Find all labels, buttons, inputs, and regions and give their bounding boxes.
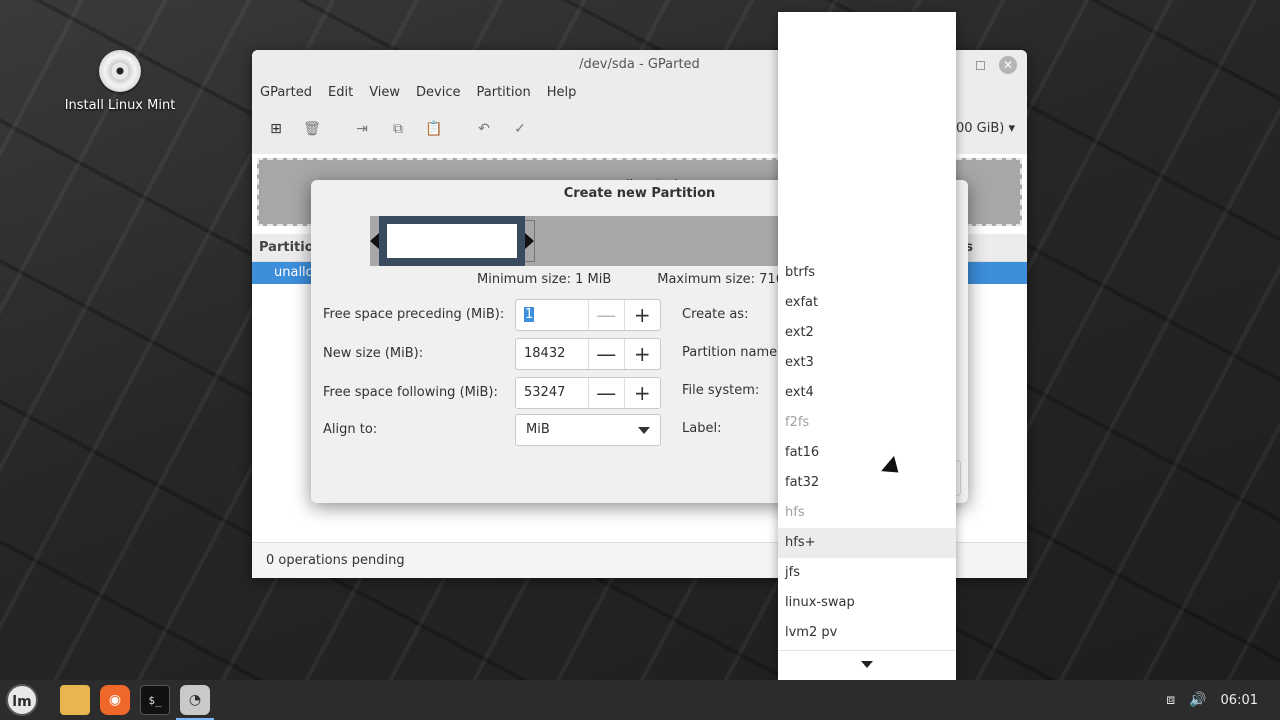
label-label: Label: <box>682 421 722 436</box>
maximize-button[interactable] <box>976 60 985 70</box>
create-as-label: Create as: <box>682 307 749 322</box>
decrement-button[interactable]: — <box>589 378 625 408</box>
menu-help[interactable]: Help <box>547 85 577 100</box>
network-icon[interactable]: ⧈ <box>1166 692 1175 708</box>
free-preceding-input[interactable]: 1 <box>516 300 590 330</box>
paste-icon[interactable]: 📋 <box>424 119 444 139</box>
new-partition-icon[interactable]: ⊞ <box>266 119 286 139</box>
menu-device[interactable]: Device <box>416 85 460 100</box>
disc-icon <box>99 50 141 92</box>
close-button[interactable]: ✕ <box>999 56 1017 74</box>
scroll-down-button[interactable] <box>778 650 956 680</box>
clock[interactable]: 06:01 <box>1221 693 1258 708</box>
free-following-label: Free space following (MiB): <box>323 385 498 400</box>
fs-option-ext2[interactable]: ext2 <box>778 318 956 348</box>
minimum-size: Minimum size: 1 MiB <box>477 272 612 287</box>
partition-name-label: Partition name: <box>682 345 782 360</box>
firefox-icon[interactable]: ◉ <box>100 685 130 715</box>
resize-left-handle-icon[interactable] <box>370 233 379 249</box>
fs-option-lvm2-pv[interactable]: lvm2 pv <box>778 618 956 648</box>
fs-option-fat32[interactable]: fat32 <box>778 468 956 498</box>
undo-icon[interactable]: ↶ <box>474 119 494 139</box>
increment-button[interactable]: + <box>625 339 660 369</box>
mint-menu-icon[interactable]: lm <box>6 684 38 716</box>
gparted-taskbar-icon[interactable]: ◔ <box>176 685 214 720</box>
free-preceding-label: Free space preceding (MiB): <box>323 307 505 322</box>
free-following-spinner[interactable]: 53247 — + <box>515 377 661 409</box>
file-system-dropdown[interactable]: btrfs exfat ext2 ext3 ext4 f2fs fat16 fat32 hfs h… <box>778 12 956 680</box>
device-selector[interactable]: 00 GiB) ▾ <box>956 121 1015 136</box>
fs-option-f2fs: f2fs <box>785 415 810 430</box>
copy-icon[interactable]: ⧉ <box>388 119 408 139</box>
fs-option-hfs: hfs <box>785 505 805 520</box>
increment-button[interactable]: + <box>625 300 660 330</box>
terminal-icon[interactable]: $_ <box>140 685 170 715</box>
file-system-options: btrfs exfat ext2 ext3 ext4 f2fs fat16 fat32 hfs h… <box>778 258 956 648</box>
decrement-button[interactable]: — <box>589 339 625 369</box>
taskbar: lm ◉ $_ ◔ ⧈ 🔊 06:01 <box>0 680 1280 720</box>
apply-icon[interactable]: ✓ <box>510 119 530 139</box>
new-size-spinner[interactable]: 18432 — + <box>515 338 661 370</box>
resize-move-icon[interactable]: ⇥ <box>352 119 372 139</box>
resize-right-handle-icon[interactable] <box>525 233 534 249</box>
menu-view[interactable]: View <box>369 85 400 100</box>
volume-icon[interactable]: 🔊 <box>1189 692 1206 708</box>
window-title: /dev/sda - GParted <box>579 57 700 72</box>
system-tray: ⧈ 🔊 06:01 <box>1166 680 1258 720</box>
new-size-label: New size (MiB): <box>323 346 424 361</box>
align-to-select[interactable]: MiB <box>515 414 661 446</box>
chevron-down-icon <box>638 427 650 434</box>
fs-option-exfat[interactable]: exfat <box>778 288 956 318</box>
chevron-down-icon <box>861 661 873 668</box>
fs-option-jfs[interactable]: jfs <box>778 558 956 588</box>
fs-option-ext4[interactable]: ext4 <box>778 378 956 408</box>
free-following-input[interactable]: 53247 <box>516 378 590 408</box>
decrement-button[interactable]: — <box>589 300 625 330</box>
file-system-label: File system: <box>682 383 760 398</box>
fs-option-btrfs[interactable]: btrfs <box>778 258 956 288</box>
files-icon[interactable] <box>60 685 90 715</box>
fs-option-linux-swap[interactable]: linux-swap <box>778 588 956 618</box>
fs-option-fat16[interactable]: fat16 <box>778 438 956 468</box>
free-preceding-spinner[interactable]: 1 — + <box>515 299 661 331</box>
desktop-icon-label: Install Linux Mint <box>64 98 176 113</box>
partition-block-inner <box>387 224 517 258</box>
increment-button[interactable]: + <box>625 378 660 408</box>
fs-option-ext3[interactable]: ext3 <box>778 348 956 378</box>
fs-option-hfs-[interactable]: hfs+ <box>778 528 956 558</box>
menu-edit[interactable]: Edit <box>328 85 353 100</box>
menu-gparted[interactable]: GParted <box>260 85 312 100</box>
delete-icon[interactable]: 🗑 <box>302 119 322 139</box>
align-to-value: MiB <box>526 422 550 437</box>
menu-partition[interactable]: Partition <box>477 85 531 100</box>
install-linux-mint-shortcut[interactable]: Install Linux Mint <box>60 50 180 113</box>
new-size-input[interactable]: 18432 <box>516 339 590 369</box>
align-to-label: Align to: <box>323 422 378 437</box>
